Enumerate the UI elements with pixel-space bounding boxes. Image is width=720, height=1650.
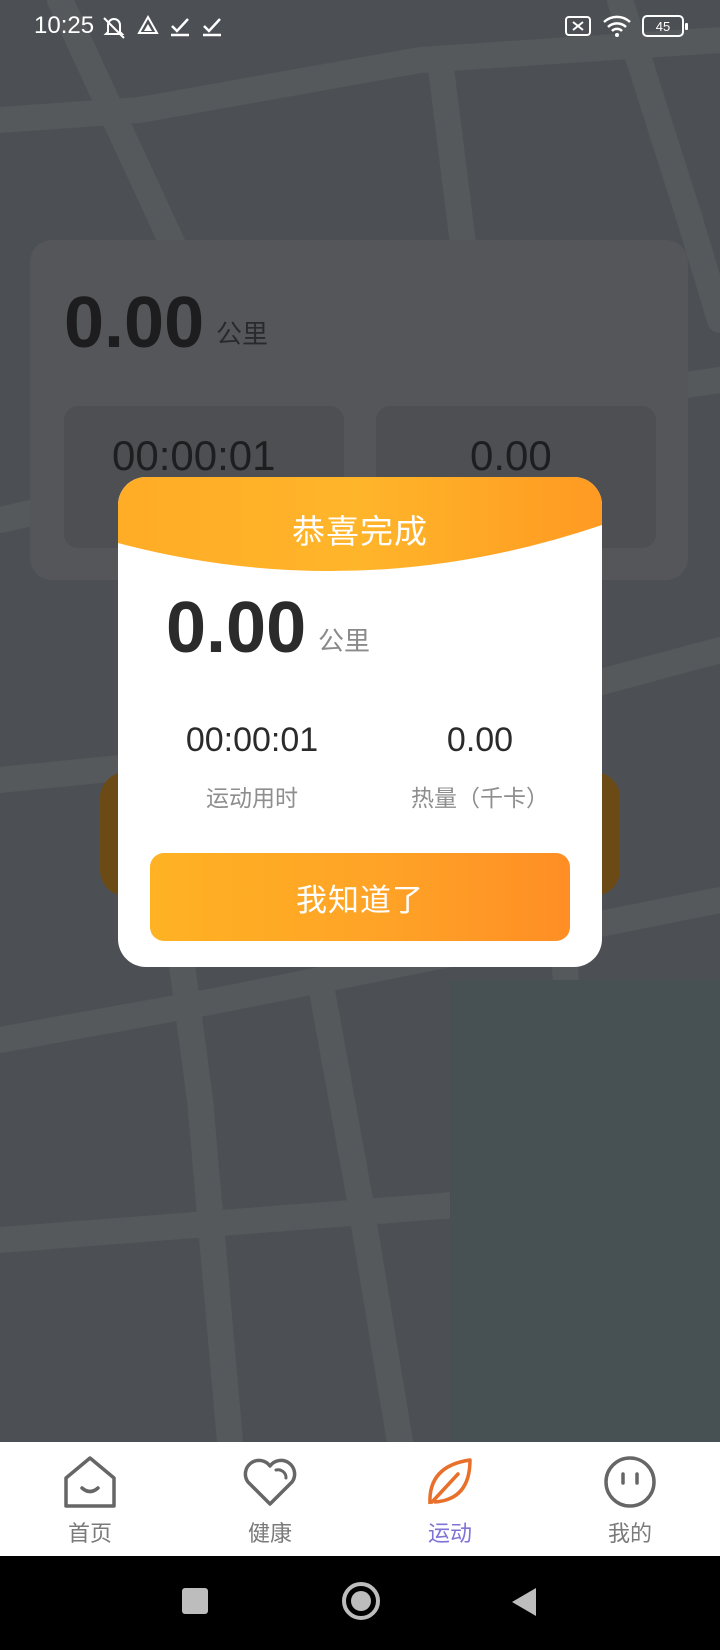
sim-off-icon: [565, 16, 591, 36]
nav-label-mine: 我的: [607, 1522, 652, 1547]
check-icon: [203, 18, 221, 37]
duration-label: 运动用时: [206, 786, 298, 812]
calories-value: 0.00: [446, 721, 514, 759]
status-icons-right: 45: [564, 14, 688, 38]
distance-value: 0.00: [166, 588, 307, 668]
check-icon: [171, 18, 189, 37]
nav-label-sport: 运动: [427, 1522, 472, 1547]
status-icons-left: [100, 14, 224, 40]
drive-icon: [137, 14, 159, 34]
nav-item-health[interactable]: 健康: [180, 1442, 360, 1556]
bottom-nav: 首页 健康 运动 我的: [0, 1442, 720, 1556]
bg-distance-unit: 公里: [216, 320, 269, 350]
nav-item-mine[interactable]: 我的: [540, 1442, 720, 1556]
bg-time-value: 00:00:01: [112, 432, 276, 479]
battery-icon: 45: [642, 15, 688, 37]
system-nav-bar: [0, 1556, 720, 1650]
bg-distance-value: 0.00: [64, 283, 205, 363]
leaf-icon: [428, 1458, 472, 1505]
heart-icon: [243, 1458, 297, 1506]
face-icon: [604, 1456, 656, 1508]
bell-off-icon: [103, 17, 125, 39]
nav-item-home[interactable]: 首页: [0, 1442, 180, 1556]
back-icon[interactable]: [508, 1586, 538, 1618]
nav-item-sport[interactable]: 运动: [360, 1442, 540, 1556]
status-bar: 10:25 45: [0, 0, 720, 56]
distance-unit: 公里: [318, 627, 371, 657]
completion-dialog: 恭喜完成 0.00 公里 00:00:01 运动用时 0.00 热量（千卡） 我…: [118, 477, 602, 967]
nav-label-health: 健康: [247, 1522, 292, 1547]
dialog-title: 恭喜完成: [292, 512, 428, 551]
duration-value: 00:00:01: [185, 721, 319, 759]
bg-calories-value: 0.00: [470, 432, 552, 479]
recent-apps-icon[interactable]: [180, 1586, 210, 1616]
dialog-header: 恭喜完成: [118, 477, 602, 577]
home-button-icon[interactable]: [340, 1580, 382, 1622]
status-time: 10:25: [34, 12, 95, 39]
calories-label: 热量（千卡）: [411, 786, 549, 812]
wifi-icon: [603, 15, 631, 37]
home-icon: [64, 1456, 116, 1508]
nav-label-home: 首页: [67, 1522, 112, 1547]
confirm-button[interactable]: 我知道了: [150, 853, 570, 941]
